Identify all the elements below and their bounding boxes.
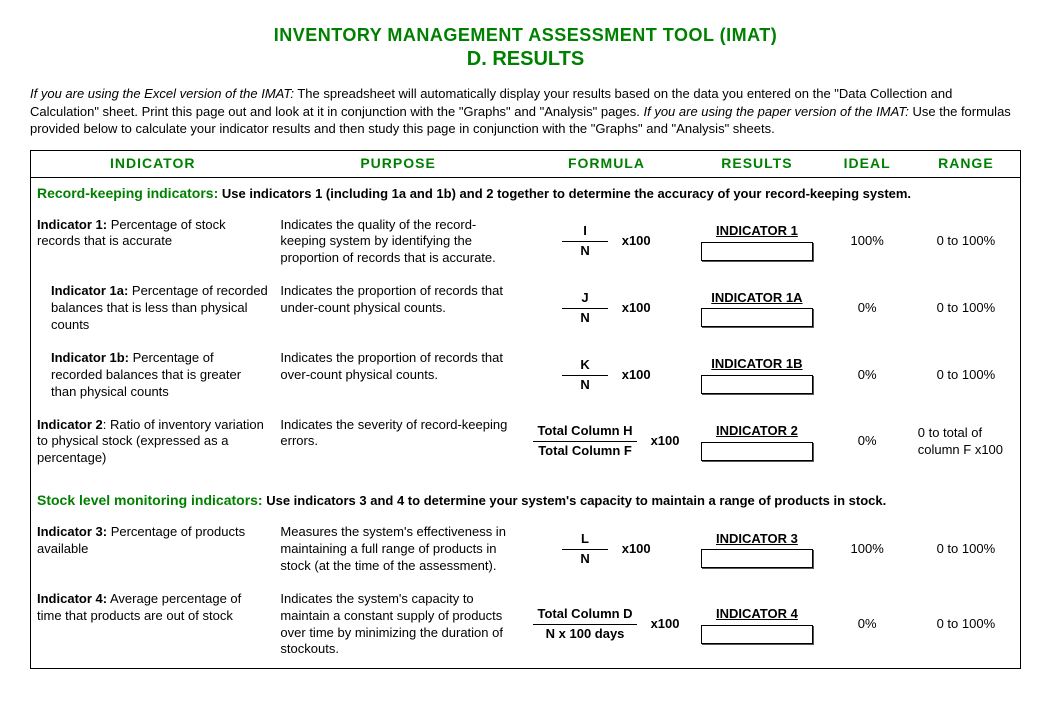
ideal-cell: 0%	[823, 411, 912, 478]
table-row: Indicator 1: Percentage of stock records…	[31, 211, 1020, 278]
ideal-cell: 100%	[823, 211, 912, 278]
formula-multiplier: x100	[622, 300, 651, 315]
formula-multiplier: x100	[622, 233, 651, 248]
range-cell: 0 to 100%	[912, 211, 1020, 278]
purpose-cell: Indicates the proportion of records that…	[274, 277, 521, 344]
section-row: Record-keeping indicators: Use indicator…	[31, 177, 1020, 210]
purpose-cell: Indicates the system's capacity to maint…	[274, 585, 521, 669]
result-label: INDICATOR 1	[697, 223, 816, 240]
result-label: INDICATOR 2	[697, 423, 816, 440]
header-purpose: PURPOSE	[274, 151, 521, 178]
formula-multiplier: x100	[622, 541, 651, 556]
formula-fraction: Total Column HTotal Column F	[533, 423, 636, 460]
table-row: Indicator 2: Ratio of inventory variatio…	[31, 411, 1020, 478]
header-range: RANGE	[912, 151, 1020, 178]
formula-denominator: Total Column F	[533, 442, 636, 460]
range-cell: 0 to 100%	[912, 518, 1020, 585]
formula-numerator: Total Column H	[533, 423, 636, 442]
formula-denominator: N	[562, 309, 607, 327]
formula-denominator: N	[562, 242, 607, 260]
formula-denominator: N	[562, 376, 607, 394]
header-indicator: INDICATOR	[31, 151, 274, 178]
result-label: INDICATOR 4	[697, 606, 816, 623]
section-note: Use indicators 1 (including 1a and 1b) a…	[218, 186, 911, 201]
formula-denominator: N	[562, 550, 607, 568]
formula-fraction: JN	[562, 290, 607, 327]
formula-numerator: L	[562, 531, 607, 550]
range-cell: 0 to 100%	[912, 344, 1020, 411]
intro-excel-lead: If you are using the Excel version of th…	[30, 86, 294, 101]
result-field[interactable]	[701, 625, 813, 644]
formula-fraction: IN	[562, 223, 607, 260]
title-block: INVENTORY MANAGEMENT ASSESSMENT TOOL (IM…	[30, 25, 1021, 71]
result-label: INDICATOR 1B	[697, 356, 816, 373]
table-row: Indicator 4: Average percentage of time …	[31, 585, 1020, 669]
indicator-name: Indicator 3:	[37, 524, 107, 539]
formula-fraction: LN	[562, 531, 607, 568]
formula-numerator: I	[562, 223, 607, 242]
ideal-cell: 0%	[823, 344, 912, 411]
result-label: INDICATOR 3	[697, 531, 816, 548]
indicator-name: Indicator 1b:	[51, 350, 129, 365]
table-row: Indicator 3: Percentage of products avai…	[31, 518, 1020, 585]
purpose-cell: Indicates the proportion of records that…	[274, 344, 521, 411]
result-field[interactable]	[701, 242, 813, 261]
range-cell: 0 to total of column F x100	[912, 411, 1020, 478]
section-note: Use indicators 3 and 4 to determine your…	[263, 493, 887, 508]
ideal-cell: 0%	[823, 277, 912, 344]
result-field[interactable]	[701, 442, 813, 461]
section-label: Stock level monitoring indicators:	[37, 492, 263, 508]
header-formula: FORMULA	[522, 151, 692, 178]
table-row: Indicator 1a: Percentage of recorded bal…	[31, 277, 1020, 344]
section-row: Stock level monitoring indicators: Use i…	[31, 477, 1020, 518]
formula-multiplier: x100	[651, 433, 680, 448]
results-table: INDICATOR PURPOSE FORMULA RESULTS IDEAL …	[31, 151, 1020, 669]
page-subtitle: D. RESULTS	[30, 48, 1021, 71]
formula-multiplier: x100	[651, 616, 680, 631]
indicator-name: Indicator 4:	[37, 591, 107, 606]
table-row: Indicator 1b: Percentage of recorded bal…	[31, 344, 1020, 411]
ideal-cell: 100%	[823, 518, 912, 585]
section-label: Record-keeping indicators:	[37, 185, 218, 201]
formula-numerator: Total Column D	[533, 606, 636, 625]
intro-paragraph: If you are using the Excel version of th…	[30, 85, 1021, 138]
formula-multiplier: x100	[622, 367, 651, 382]
formula-fraction: Total Column DN x 100 days	[533, 606, 636, 643]
purpose-cell: Indicates the quality of the record-keep…	[274, 211, 521, 278]
formula-fraction: KN	[562, 357, 607, 394]
purpose-cell: Indicates the severity of record-keeping…	[274, 411, 521, 478]
indicator-name: Indicator 1a:	[51, 283, 128, 298]
results-table-container: INDICATOR PURPOSE FORMULA RESULTS IDEAL …	[30, 150, 1021, 670]
indicator-name: Indicator 1:	[37, 217, 107, 232]
ideal-cell: 0%	[823, 585, 912, 669]
intro-paper-lead: If you are using the paper version of th…	[643, 104, 908, 119]
formula-numerator: J	[562, 290, 607, 309]
result-label: INDICATOR 1A	[697, 290, 816, 307]
formula-numerator: K	[562, 357, 607, 376]
header-results: RESULTS	[691, 151, 822, 178]
formula-denominator: N x 100 days	[533, 625, 636, 643]
result-field[interactable]	[701, 308, 813, 327]
range-cell: 0 to 100%	[912, 585, 1020, 669]
page-title: INVENTORY MANAGEMENT ASSESSMENT TOOL (IM…	[30, 25, 1021, 46]
result-field[interactable]	[701, 375, 813, 394]
range-cell: 0 to 100%	[912, 277, 1020, 344]
indicator-name: Indicator 2	[37, 417, 103, 432]
result-field[interactable]	[701, 549, 813, 568]
table-header-row: INDICATOR PURPOSE FORMULA RESULTS IDEAL …	[31, 151, 1020, 178]
header-ideal: IDEAL	[823, 151, 912, 178]
purpose-cell: Measures the system's effectiveness in m…	[274, 518, 521, 585]
